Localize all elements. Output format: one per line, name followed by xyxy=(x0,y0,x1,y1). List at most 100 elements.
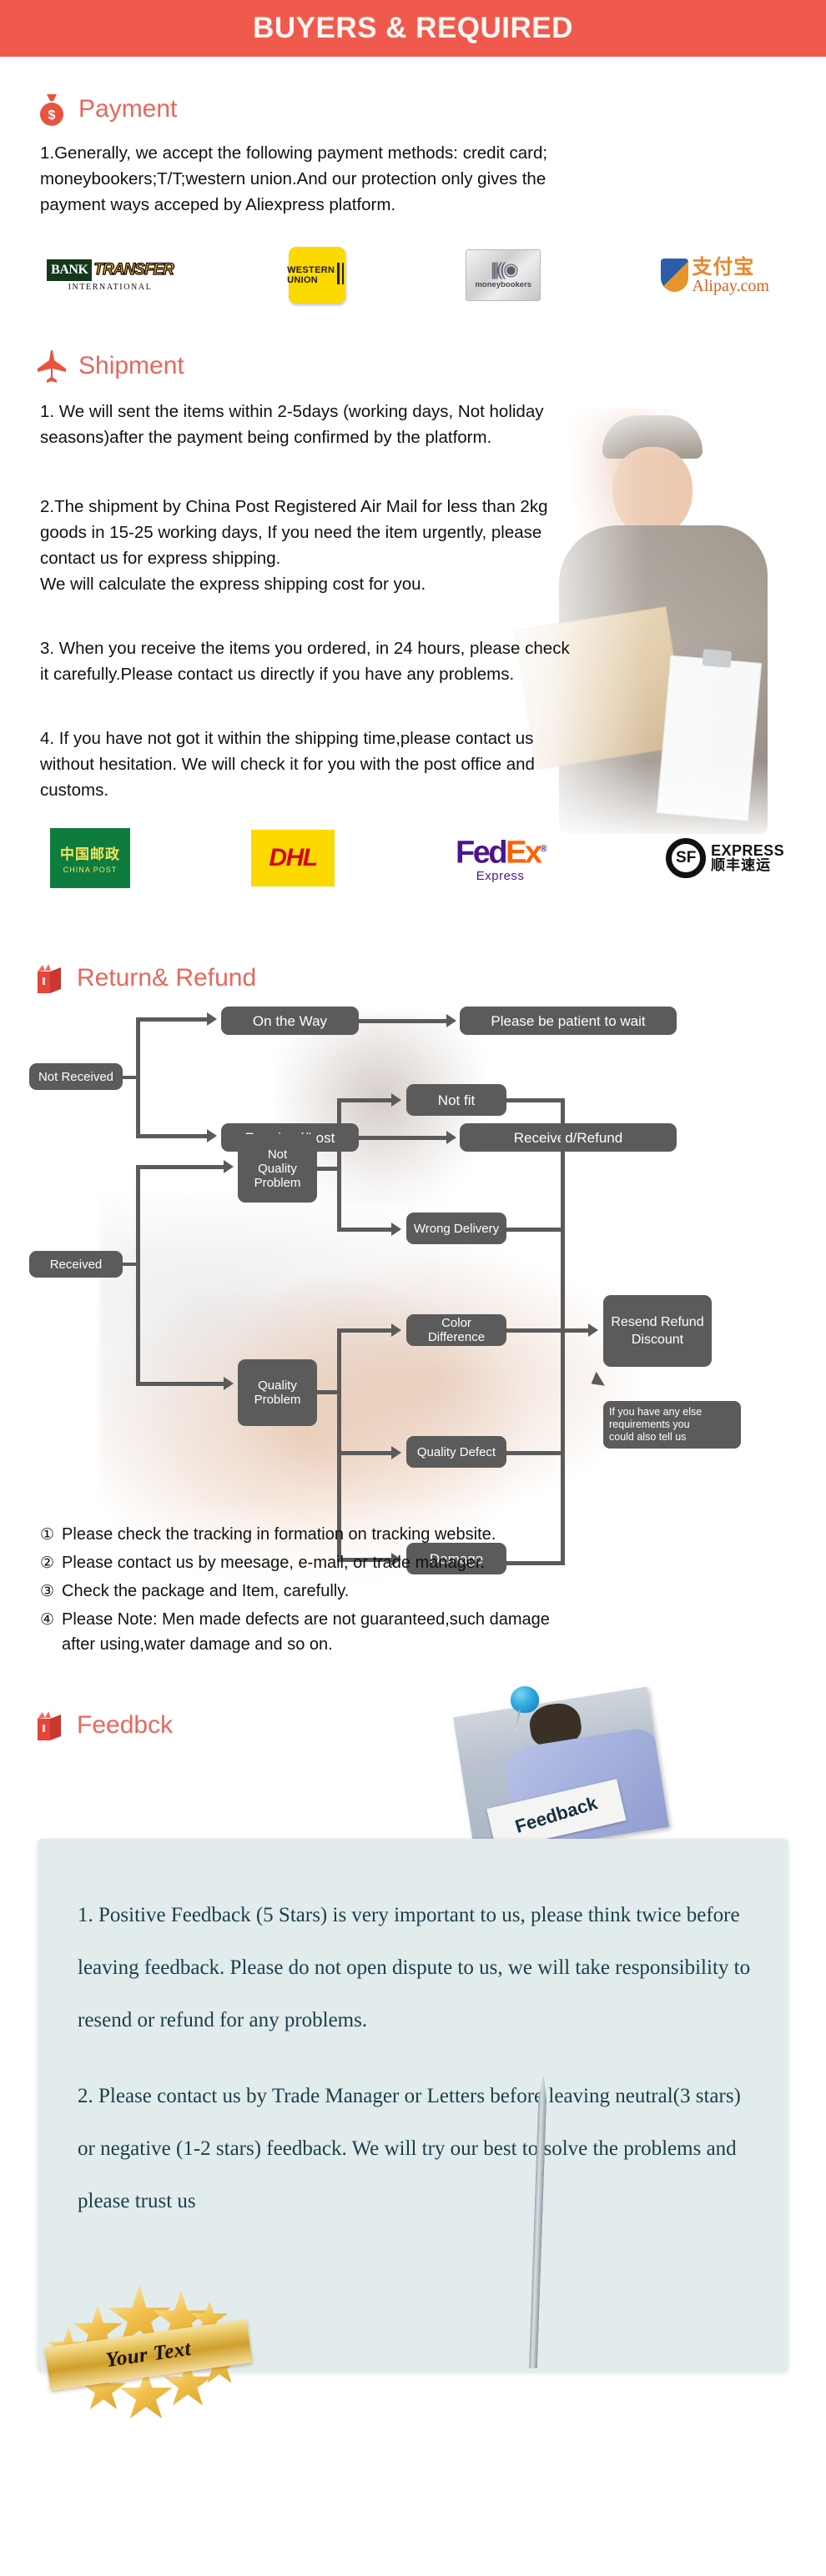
flow-line-9 xyxy=(136,1165,224,1169)
flow-arrow-1 xyxy=(207,1012,217,1026)
moneybookers-waves-icon: |||((◉ xyxy=(490,259,519,279)
sf-express-chinese-wordmark: 顺丰速运 xyxy=(711,856,772,874)
section-label-return-refund: Return& Refund xyxy=(77,964,257,992)
alipay-chinese-wordmark: 支付宝 xyxy=(692,254,755,279)
flow-callout-tail xyxy=(591,1371,609,1389)
flow-line-5 xyxy=(136,1134,207,1138)
note-marker: ① xyxy=(40,1525,55,1544)
note-item: ④ Please Note: Men made defects are not … xyxy=(40,1607,791,1657)
shipping-logo-row: 中国邮政 CHINA POST DHL FedEx® Express SF EX… xyxy=(50,828,793,888)
alipay-logo: 支付宝 Alipay.com xyxy=(661,257,769,294)
flow-line-3 xyxy=(136,1017,207,1022)
flow-line-4 xyxy=(359,1019,446,1023)
bank-transfer-word-transfer: TRANSFER xyxy=(92,259,174,281)
section-label-shipment: Shipment xyxy=(78,352,184,379)
feedback-photo: Feedback xyxy=(453,1686,669,1858)
flow-arrow-9 xyxy=(391,1323,401,1337)
note-marker: ② xyxy=(40,1554,55,1572)
shield-icon xyxy=(661,259,689,292)
flow-node-resend-refund-discount: Resend Refund Discount xyxy=(603,1295,712,1367)
flow-line-20 xyxy=(506,1098,565,1102)
shipment-paragraph-4: 4. If you have not got it within the shi… xyxy=(40,729,535,800)
flow-line-13 xyxy=(337,1098,391,1102)
flow-node-quality-defect: Quality Defect xyxy=(406,1436,506,1468)
note-item: ③ Check the package and Item, carefully. xyxy=(40,1579,791,1604)
fedex-express-subtitle: Express xyxy=(476,869,525,884)
flow-node-on-the-way: On the Way xyxy=(221,1007,359,1035)
china-post-chinese-wordmark: 中国邮政 xyxy=(60,846,120,863)
note-item: ② Please contact us by meesage, e-mail, … xyxy=(40,1550,791,1575)
payment-logo-row: BANK TRANSFER INTERNATIONAL WESTERN UNIO… xyxy=(47,247,786,304)
shipment-paragraph-2: 2.The shipment by China Post Registered … xyxy=(40,497,548,594)
page-root: BUYERS & REQUIRED $ Payment 1.Generally,… xyxy=(0,0,826,2576)
return-refund-flowchart: Not Received On the Way Please be patien… xyxy=(0,997,826,1574)
flow-line-23 xyxy=(506,1451,565,1455)
open-box-icon xyxy=(33,961,67,996)
airplane-icon xyxy=(35,349,68,384)
svg-text:$: $ xyxy=(48,108,56,123)
flow-arrow-12 xyxy=(588,1323,598,1337)
flow-callout-extra-requirements: If you have any else requirements you co… xyxy=(603,1401,741,1449)
flow-node-not-received: Not Received xyxy=(29,1063,123,1090)
section-heading-shipment: Shipment xyxy=(35,349,184,384)
flow-line-12 xyxy=(337,1098,341,1232)
flow-node-color-difference: Color Difference xyxy=(406,1314,506,1346)
page-header-banner: BUYERS & REQUIRED xyxy=(0,0,826,57)
bank-transfer-logo: BANK TRANSFER INTERNATIONAL xyxy=(47,254,174,297)
feedback-paragraph-2: 2. Please contact us by Trade Manager or… xyxy=(78,2085,741,2212)
section-heading-payment: $ Payment xyxy=(35,92,177,127)
feedback-paragraph-1: 1. Positive Feedback (5 Stars) is very i… xyxy=(78,1904,751,2031)
flow-node-received-refund: Received/Refund xyxy=(460,1123,677,1152)
section-label-payment: Payment xyxy=(78,95,178,123)
flow-arrow-5 xyxy=(224,1160,234,1173)
pushpin-icon xyxy=(507,1686,542,1733)
flow-line-22 xyxy=(506,1228,565,1232)
moneybookers-logo: |||((◉ moneybookers xyxy=(466,249,541,301)
flow-arrow-10 xyxy=(391,1446,401,1459)
sf-express-english-wordmark: EXPRESS xyxy=(711,841,784,859)
flow-line-8 xyxy=(136,1167,140,1384)
flow-node-not-quality-problem: Not Quality Problem xyxy=(238,1134,317,1203)
western-union-logo: WESTERN UNION xyxy=(287,247,347,304)
note-item: ① Please check the tracking in formation… xyxy=(40,1522,791,1547)
flow-arrow-3 xyxy=(207,1129,217,1142)
flow-line-2 xyxy=(136,1017,140,1138)
bank-transfer-word-international: INTERNATIONAL xyxy=(68,282,153,292)
flow-node-received: Received xyxy=(29,1251,123,1278)
flow-arrow-6 xyxy=(224,1377,234,1390)
china-post-english-wordmark: CHINA POST xyxy=(63,866,118,874)
western-union-bars-icon xyxy=(337,262,347,289)
flow-node-quality-problem: Quality Problem xyxy=(238,1359,317,1426)
note-text: Please check the tracking in formation o… xyxy=(62,1525,496,1544)
note-marker: ④ xyxy=(40,1610,55,1629)
flow-node-please-wait: Please be patient to wait xyxy=(460,1007,677,1035)
alipay-domain-wordmark: Alipay.com xyxy=(692,276,769,295)
note-marker: ③ xyxy=(40,1582,55,1600)
note-text: Please contact us by meesage, e-mail, or… xyxy=(62,1554,485,1572)
fedex-logo: FedEx® Express xyxy=(456,833,547,884)
money-bag-icon: $ xyxy=(35,92,68,127)
flow-line-10 xyxy=(136,1382,224,1386)
flow-arrow-8 xyxy=(391,1223,401,1236)
flow-line-18 xyxy=(337,1451,391,1455)
section-label-feedback: Feedbck xyxy=(77,1711,174,1739)
badge-ribbon-text: Your Text xyxy=(104,2337,193,2373)
return-refund-notes: ① Please check the tracking in formation… xyxy=(40,1522,791,1660)
flow-arrow-2 xyxy=(446,1014,456,1027)
moneybookers-wordmark: moneybookers xyxy=(475,279,532,289)
your-text-star-badge: Your Text xyxy=(40,2285,257,2427)
flow-node-wrong-delivery: Wrong Delivery xyxy=(406,1213,506,1244)
fedex-registered-mark: ® xyxy=(540,843,547,854)
shipment-paragraph-3: 3. When you receive the items you ordere… xyxy=(40,639,570,684)
page-title: BUYERS & REQUIRED xyxy=(253,12,573,44)
china-post-logo: 中国邮政 CHINA POST xyxy=(50,828,130,888)
dhl-logo: DHL xyxy=(251,830,335,886)
flow-line-17 xyxy=(337,1328,391,1333)
section-heading-feedback: Feedbck xyxy=(33,1708,173,1743)
flow-node-not-fit: Not fit xyxy=(406,1084,506,1116)
dhl-wordmark: DHL xyxy=(269,844,318,871)
flow-line-25 xyxy=(506,1328,594,1333)
feedback-text-body: 1. Positive Feedback (5 Stars) is very i… xyxy=(78,1889,753,2251)
flow-arrow-4 xyxy=(446,1131,456,1144)
sf-express-logo: SF EXPRESS 顺丰速运 xyxy=(666,838,784,878)
